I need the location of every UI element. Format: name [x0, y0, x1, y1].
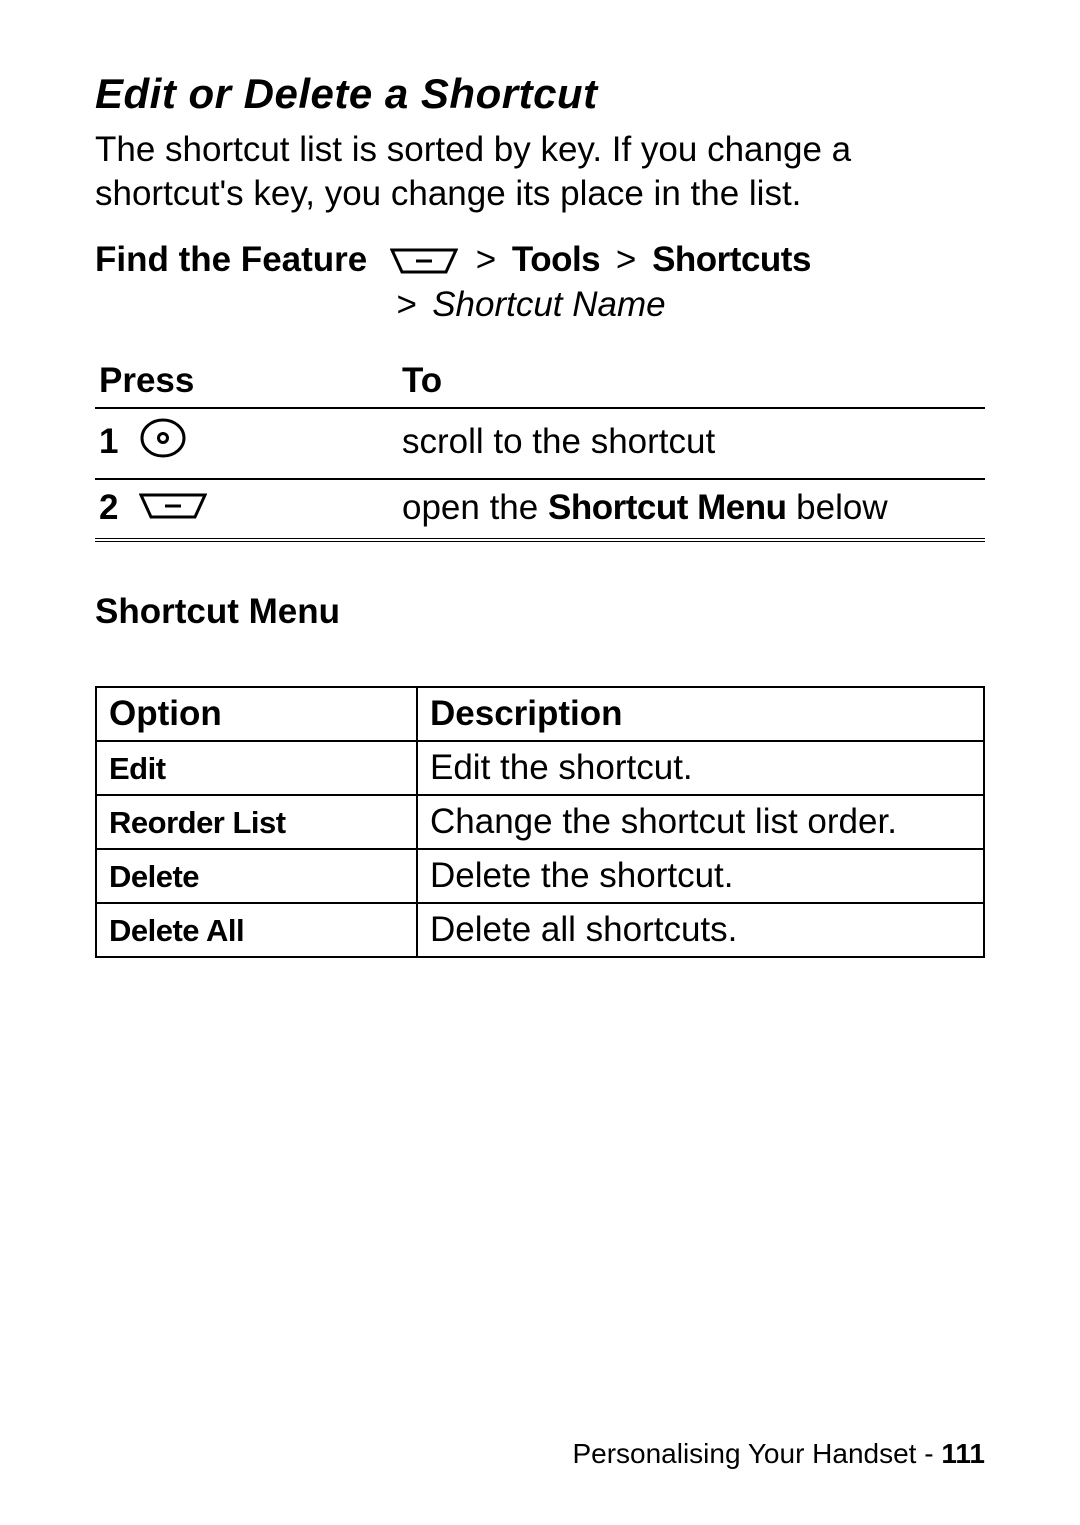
path-shortcuts: Shortcuts [652, 240, 811, 279]
find-feature-row: Find the Feature > Tools > Shortcuts > S… [95, 240, 985, 325]
step-row: 1 scroll to the shortcut [95, 408, 985, 479]
find-feature-path: > Tools > Shortcuts > Shortcut Name [390, 240, 985, 325]
path-sep-1: > [470, 240, 502, 279]
press-header: Press [95, 355, 398, 408]
step-to-post: below [786, 488, 887, 527]
option-name: Delete [109, 859, 199, 894]
options-table: Option Description Edit Edit the shortcu… [95, 686, 985, 958]
step-to-pre: open the [402, 488, 548, 527]
nav-key-icon [139, 417, 187, 468]
option-description: Change the shortcut list order. [417, 795, 984, 849]
option-description: Delete all shortcuts. [417, 903, 984, 957]
page-footer: Personalising Your Handset - 111 [572, 1438, 985, 1470]
menu-key-icon [139, 488, 207, 528]
option-row: Delete All Delete all shortcuts. [96, 903, 984, 957]
path-shortcut-name: Shortcut Name [432, 285, 665, 324]
option-name: Delete All [109, 913, 244, 948]
to-header: To [398, 355, 985, 408]
option-name: Edit [109, 751, 166, 786]
footer-section: Personalising Your Handset - [572, 1438, 941, 1469]
path-sep-2: > [610, 240, 642, 279]
option-description: Edit the shortcut. [417, 741, 984, 795]
menu-key-icon [390, 243, 458, 283]
option-row: Delete Delete the shortcut. [96, 849, 984, 903]
shortcut-menu-heading: Shortcut Menu [95, 592, 985, 632]
path-sep-3: > [390, 285, 422, 324]
step-to-text: scroll to the shortcut [402, 422, 715, 461]
section-title: Edit or Delete a Shortcut [95, 70, 985, 118]
option-name: Reorder List [109, 805, 286, 840]
step-number: 1 [99, 422, 119, 462]
description-header: Description [417, 687, 984, 741]
document-page: Edit or Delete a Shortcut The shortcut l… [0, 0, 1080, 1525]
option-header: Option [96, 687, 417, 741]
page-number: 111 [941, 1438, 985, 1469]
steps-header-row: Press To [95, 355, 985, 408]
find-feature-label: Find the Feature [95, 240, 390, 280]
step-row: 2 open the Shortcut Menu below [95, 479, 985, 540]
step-number: 2 [99, 488, 119, 528]
option-description: Delete the shortcut. [417, 849, 984, 903]
option-row: Edit Edit the shortcut. [96, 741, 984, 795]
option-row: Reorder List Change the shortcut list or… [96, 795, 984, 849]
steps-table: Press To 1 scroll to the shortcut [95, 355, 985, 542]
path-tools: Tools [512, 240, 600, 279]
step-to-bold: Shortcut Menu [548, 488, 786, 527]
intro-paragraph: The shortcut list is sorted by key. If y… [95, 128, 985, 216]
options-header-row: Option Description [96, 687, 984, 741]
